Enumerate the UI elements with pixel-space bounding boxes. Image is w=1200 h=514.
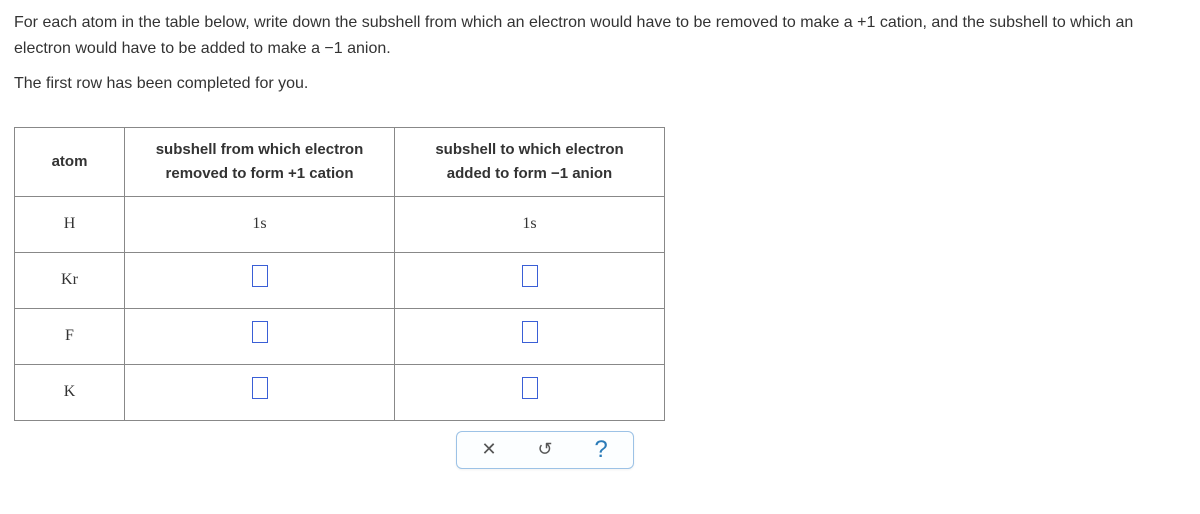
- answer-input[interactable]: [522, 265, 538, 287]
- x-icon: ✕: [481, 435, 496, 464]
- table-row: H 1s 1s: [15, 196, 665, 252]
- help-icon: ?: [594, 431, 607, 469]
- add-cell: [395, 252, 665, 308]
- header-add: subshell to which electron added to form…: [395, 127, 665, 196]
- add-cell: 1s: [395, 196, 665, 252]
- add-cell: [395, 364, 665, 420]
- answer-input[interactable]: [522, 321, 538, 343]
- remove-cell: [125, 252, 395, 308]
- clear-button[interactable]: ✕: [479, 440, 499, 460]
- atom-cell: F: [15, 308, 125, 364]
- remove-cell: [125, 308, 395, 364]
- answer-input[interactable]: [252, 377, 268, 399]
- answer-input[interactable]: [252, 265, 268, 287]
- table-row: Kr: [15, 252, 665, 308]
- atom-cell: K: [15, 364, 125, 420]
- atom-cell: H: [15, 196, 125, 252]
- instructions: For each atom in the table below, write …: [14, 10, 1186, 97]
- reset-button[interactable]: ↺: [535, 440, 555, 460]
- header-remove: subshell from which electron removed to …: [125, 127, 395, 196]
- table-row: F: [15, 308, 665, 364]
- add-cell: [395, 308, 665, 364]
- answer-input[interactable]: [252, 321, 268, 343]
- instruction-line-1: For each atom in the table below, write …: [14, 10, 1186, 61]
- answer-toolbar: ✕ ↺ ?: [456, 431, 634, 469]
- reset-icon: ↺: [537, 435, 552, 464]
- remove-cell: 1s: [125, 196, 395, 252]
- question-table: atom subshell from which electron remove…: [14, 127, 665, 421]
- help-button[interactable]: ?: [591, 440, 611, 460]
- remove-cell: [125, 364, 395, 420]
- atom-cell: Kr: [15, 252, 125, 308]
- header-atom: atom: [15, 127, 125, 196]
- instruction-line-2: The first row has been completed for you…: [14, 71, 1186, 97]
- answer-input[interactable]: [522, 377, 538, 399]
- table-row: K: [15, 364, 665, 420]
